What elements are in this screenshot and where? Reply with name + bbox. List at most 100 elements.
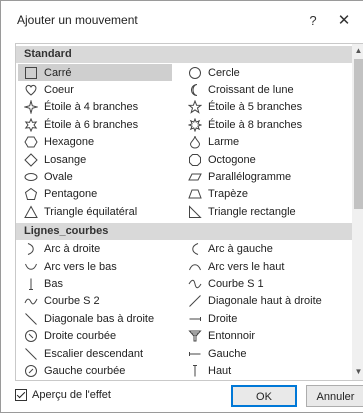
motion-item[interactable]: Larme <box>182 134 350 151</box>
motion-item[interactable]: Gauche courbée <box>18 362 186 379</box>
motion-item[interactable]: Triangle équilatéral <box>18 203 186 220</box>
motion-item[interactable]: Diagonale bas à droite <box>18 310 186 327</box>
scroll-down-arrow-icon[interactable]: ▼ <box>352 365 363 379</box>
arc-right-icon <box>24 242 38 256</box>
motion-item[interactable]: Courbe S 2 <box>18 293 186 310</box>
motion-item[interactable]: Étoile à 6 branches <box>18 116 186 133</box>
motion-item-label: Arc à droite <box>44 243 101 256</box>
s-curve1-icon <box>188 277 202 291</box>
motion-item[interactable]: Étoile à 4 branches <box>18 99 186 116</box>
motion-item[interactable]: Cercle <box>182 64 350 81</box>
section-header: Standard <box>16 46 352 63</box>
oval-icon <box>24 170 38 184</box>
scroll-up-arrow-icon[interactable]: ▲ <box>352 44 363 58</box>
add-motion-dialog: Ajouter un mouvement ? ✕ Standard Carré Ce… <box>0 0 363 413</box>
motion-item-label: Croissant de lune <box>208 83 294 96</box>
motion-item[interactable]: Courbe S 1 <box>182 275 350 292</box>
crescent-icon <box>188 83 202 97</box>
line-up-icon <box>188 364 202 378</box>
motion-item-label: Pentagone <box>44 188 98 201</box>
motion-item-label: Gauche <box>208 347 247 360</box>
motion-item[interactable]: Coeur <box>18 81 186 98</box>
motion-item-label: Coeur <box>44 83 74 96</box>
motion-item-label: Triangle rectangle <box>208 205 296 218</box>
parallelogram-icon <box>188 170 202 184</box>
hexagon-icon <box>24 135 38 149</box>
motion-item[interactable]: Hexagone <box>18 134 186 151</box>
motion-item-label: Étoile à 6 branches <box>44 118 139 131</box>
star4-icon <box>24 100 38 115</box>
motion-item-label: Trapèze <box>208 188 248 201</box>
motion-item[interactable]: Arc à gauche <box>182 241 350 258</box>
motion-item-label: Larme <box>208 136 240 149</box>
s-curve2-icon <box>24 294 38 308</box>
teardrop-icon <box>188 135 202 149</box>
motion-item[interactable]: Arc à droite <box>18 241 186 258</box>
heart-icon <box>24 83 38 97</box>
star6-icon <box>24 117 38 132</box>
motion-item-label: Étoile à 4 branches <box>44 101 139 114</box>
arc-down-icon <box>24 260 38 274</box>
vertical-scrollbar[interactable]: ▲ ▼ <box>352 44 363 380</box>
motion-item-label: Haut <box>208 364 232 377</box>
scroll-thumb[interactable] <box>354 59 363 209</box>
line-left-icon <box>188 347 202 361</box>
arc-left-icon <box>188 242 202 256</box>
motion-item-label: Entonnoir <box>208 330 256 343</box>
pentagon-icon <box>24 187 38 201</box>
diag-up-right-icon <box>188 294 202 308</box>
trapezoid-icon <box>188 187 202 201</box>
motion-item[interactable]: Bas <box>18 275 186 292</box>
preview-checkbox[interactable] <box>15 389 27 401</box>
motion-item[interactable]: Entonnoir <box>182 328 350 345</box>
motion-item[interactable]: Triangle rectangle <box>182 203 350 220</box>
motion-item-label: Triangle équilatéral <box>44 205 138 218</box>
ok-button[interactable]: OK <box>231 385 297 407</box>
motion-item-label: Droite <box>208 312 238 325</box>
motion-item[interactable]: Carré <box>18 64 172 81</box>
motion-item[interactable]: Étoile à 5 branches <box>182 99 350 116</box>
section-header: Lignes_courbes <box>16 222 352 240</box>
motion-item-label: Carré <box>44 66 72 79</box>
motion-item[interactable]: Diagonale haut à droite <box>182 293 350 310</box>
cancel-button[interactable]: Annuler <box>306 385 363 407</box>
motion-item[interactable]: Arc vers le bas <box>18 258 186 275</box>
motion-item-label: Étoile à 5 branches <box>208 101 303 114</box>
triangle-icon <box>24 205 38 219</box>
motion-item[interactable]: Haut <box>182 362 350 379</box>
help-button[interactable]: ? <box>302 10 324 32</box>
preview-label: Aperçu de l'effet <box>32 389 111 401</box>
motion-item-label: Droite courbée <box>44 330 117 343</box>
diamond-icon <box>24 152 38 167</box>
motion-item[interactable]: Octogone <box>182 151 350 168</box>
motion-item[interactable]: Pentagone <box>18 186 186 203</box>
close-button[interactable]: ✕ <box>333 10 355 32</box>
motion-list[interactable]: Standard Carré Cercle Coeur Croissant de lun… <box>15 43 363 381</box>
curved-left-icon <box>24 364 38 378</box>
motion-item[interactable]: Droite <box>182 310 350 327</box>
motion-item[interactable]: Trapèze <box>182 186 350 203</box>
motion-item-label: Escalier descendant <box>44 347 144 360</box>
line-down-icon <box>24 277 38 291</box>
motion-item[interactable]: Escalier descendant <box>18 345 186 362</box>
diag-down-right-icon <box>24 312 38 326</box>
motion-item[interactable]: Arc vers le haut <box>182 258 350 275</box>
circle-icon <box>188 66 202 80</box>
motion-item[interactable]: Gauche <box>182 345 350 362</box>
motion-item[interactable]: Étoile à 8 branches <box>182 116 350 133</box>
motion-item[interactable]: Ovale <box>18 168 186 185</box>
motion-item-label: Gauche courbée <box>44 364 126 377</box>
motion-item-label: Losange <box>44 153 87 166</box>
motion-item[interactable]: Losange <box>18 151 186 168</box>
motion-item[interactable]: Droite courbée <box>18 328 186 345</box>
motion-item-label: Arc vers le bas <box>44 260 117 273</box>
arc-up-icon <box>188 260 202 274</box>
motion-item-label: Octogone <box>208 153 256 166</box>
star5-icon <box>188 100 202 114</box>
motion-item[interactable]: Croissant de lune <box>182 81 350 98</box>
funnel-icon <box>188 329 202 343</box>
motion-item[interactable]: Parallélogramme <box>182 168 350 185</box>
preview-effect-option[interactable]: Aperçu de l'effet <box>15 389 111 401</box>
motion-item-label: Cercle <box>208 66 240 79</box>
motion-list-content: Standard Carré Cercle Coeur Croissant de lun… <box>16 44 352 380</box>
